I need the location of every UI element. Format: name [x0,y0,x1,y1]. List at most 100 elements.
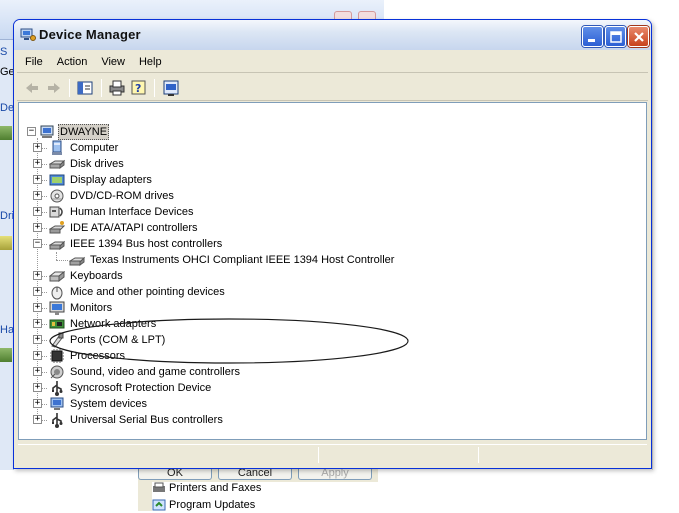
category-expand-toggle[interactable]: + [33,143,42,152]
close-icon [634,32,644,42]
tree-category-label: Disk drives [70,158,124,170]
menu-bar: File Action View Help [17,51,648,73]
tree-category[interactable]: Display adapters [49,172,154,188]
tree-category[interactable]: Keyboards [49,268,125,284]
background-cancel-button[interactable]: Cancel [218,468,292,480]
usb-icon [52,413,63,428]
mouse-icon [51,286,63,300]
category-expand-toggle[interactable]: + [33,271,42,280]
category-expand-toggle[interactable]: + [33,367,42,376]
texas-instruments-device-icon [69,256,85,266]
category-expand-toggle[interactable]: + [33,175,42,184]
keyboard-icon [49,270,65,283]
category-expand-toggle[interactable]: + [33,287,42,296]
category-expand-toggle[interactable]: + [33,351,42,360]
tree-category[interactable]: Network adapters [49,316,158,332]
status-separator [318,447,319,463]
toolbar-separator [154,79,155,97]
tree-category[interactable]: Universal Serial Bus controllers [49,412,225,428]
sound-icon [50,365,64,379]
tree-category[interactable]: IEEE 1394 Bus host controllers [49,236,224,252]
category-expand-toggle[interactable]: + [33,191,42,200]
category-expand-toggle[interactable]: − [33,239,42,248]
tree-category-label: Display adapters [70,174,152,186]
tree-category[interactable]: Mice and other pointing devices [49,284,227,300]
tree-device[interactable]: Texas Instruments OHCI Compliant IEEE 13… [69,252,396,268]
forward-icon[interactable] [45,79,63,97]
tree-category-label: Sound, video and game controllers [70,366,240,378]
category-expand-toggle[interactable]: + [33,383,42,392]
tree-root[interactable]: DWAYNE [39,124,110,140]
tree-category[interactable]: Sound, video and game controllers [49,364,242,380]
tree-category-label: DVD/CD-ROM drives [70,190,174,202]
category-expand-toggle[interactable]: + [33,223,42,232]
help-icon[interactable]: ? [130,79,148,97]
monitor-icon [49,301,65,315]
menu-file[interactable]: File [17,52,50,72]
show-hide-tree-icon[interactable] [76,79,94,97]
svg-text:?: ? [135,82,141,95]
background-apply-button[interactable]: Apply [298,468,372,480]
tree-category[interactable]: Disk drives [49,156,126,172]
close-button[interactable] [628,26,649,47]
disk-drive-icon [49,159,65,169]
minimize-button[interactable] [582,26,603,47]
menu-action[interactable]: Action [50,52,95,72]
category-expand-toggle[interactable]: + [33,415,42,424]
print-icon[interactable] [108,79,126,97]
maximize-button[interactable] [605,26,626,47]
device-manager-window: Device Manager File Action View Help ? −… [13,19,652,469]
menu-view[interactable]: View [94,52,132,72]
tree-category-label: Computer [70,142,119,154]
category-expand-toggle[interactable]: + [33,335,42,344]
minimize-icon [588,39,595,42]
tree-category[interactable]: System devices [49,396,149,412]
category-expand-toggle[interactable]: + [33,159,42,168]
category-expand-toggle[interactable]: + [33,303,42,312]
hid-icon [49,206,63,218]
tree-category[interactable]: Monitors [49,300,114,316]
device-tree: − DWAYNE + Computer + Disk drives + Display ada… [19,103,646,439]
title-bar[interactable]: Device Manager [14,20,651,50]
category-expand-toggle[interactable]: + [33,319,42,328]
category-expand-toggle[interactable]: + [33,207,42,216]
tree-connector [56,252,57,260]
menu-help[interactable]: Help [132,52,169,72]
tree-category[interactable]: Processors [49,348,127,364]
tree-category-label: Mice and other pointing devices [70,286,225,298]
background-ok-button[interactable]: OK [138,468,212,480]
root-collapse-toggle[interactable]: − [27,127,36,136]
tree-category[interactable]: Human Interface Devices [49,204,196,220]
list-item[interactable]: Printers and Faxes [152,480,261,496]
tree-category-label: Universal Serial Bus controllers [70,414,223,426]
back-icon[interactable] [23,79,41,97]
network-adapter-icon [49,319,65,329]
properties-icon[interactable] [162,79,180,97]
tree-root-label: DWAYNE [58,124,110,140]
tree-category-label: Keyboards [70,270,123,282]
display-adapter-icon [49,174,65,186]
tree-connector [56,260,68,261]
background-thumbnail [0,348,12,362]
tree-category[interactable]: Ports (COM & LPT) [49,332,167,348]
system-device-icon [50,397,64,410]
tree-category-label: Human Interface Devices [70,206,194,218]
toolbar-separator [69,79,70,97]
toolbar-separator [101,79,102,97]
tree-category-label: Processors [70,350,126,362]
device-tree-pane[interactable]: − DWAYNE + Computer + Disk drives + Display ada… [18,102,647,440]
tree-category-label: IEEE 1394 Bus host controllers [70,238,223,250]
tree-category[interactable]: IDE ATA/ATAPI controllers [49,220,200,236]
tree-category[interactable]: Computer [49,140,120,156]
device-manager-icon [20,28,36,41]
tree-category-label: System devices [70,398,148,410]
tree-category-label: Network adapters [70,318,157,330]
background-left-panel: S Ge Dev Driv Har [0,40,20,470]
background-fragment: S [0,46,8,58]
background-task-list: Printers and Faxes Program Updates [152,482,382,511]
tree-category[interactable]: Syncrosoft Protection Device [49,380,213,396]
tree-category-label: IDE ATA/ATAPI controllers [70,222,198,234]
tree-device-label: Texas Instruments OHCI Compliant IEEE 13… [90,254,395,266]
category-expand-toggle[interactable]: + [33,399,42,408]
tree-category[interactable]: DVD/CD-ROM drives [49,188,176,204]
